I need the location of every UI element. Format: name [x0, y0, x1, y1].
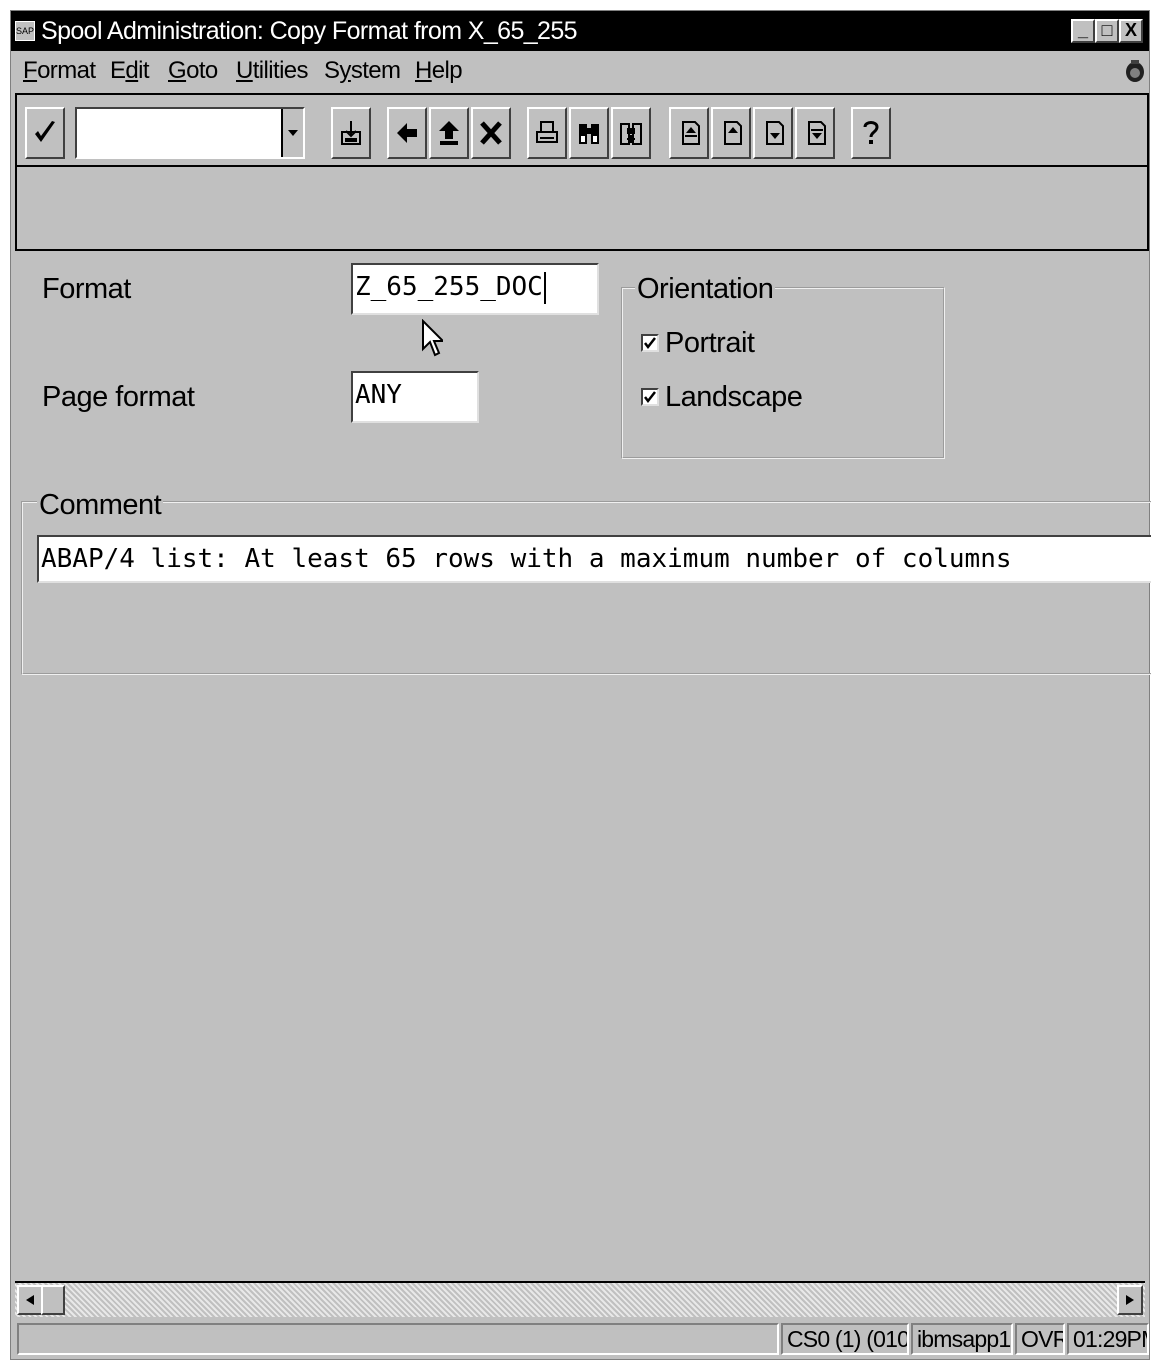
help-icon	[863, 121, 879, 144]
landscape-option: Landscape	[641, 381, 803, 413]
checkmark-icon	[35, 121, 55, 142]
menu-edit[interactable]: Edit	[110, 57, 150, 85]
landscape-checkbox[interactable]	[641, 388, 659, 406]
orientation-group	[621, 287, 945, 459]
title-bar: SAP Spool Administration: Copy Format fr…	[11, 11, 1149, 51]
save-button[interactable]	[331, 107, 371, 159]
horizontal-scrollbar[interactable]	[15, 1281, 1145, 1317]
menu-system[interactable]: System	[324, 57, 401, 85]
orientation-group-title: Orientation	[635, 273, 776, 305]
status-server[interactable]: ibmsapp1	[911, 1323, 1013, 1355]
maximize-button[interactable]: □	[1095, 19, 1119, 43]
exit-button[interactable]	[429, 107, 469, 159]
chevron-down-icon	[288, 130, 298, 136]
printer-icon	[536, 121, 558, 143]
mouse-pointer-icon	[422, 319, 443, 357]
last-page-button[interactable]	[795, 107, 835, 159]
page-format-input-value: ANY	[355, 380, 402, 410]
page-format-label: Page format	[42, 381, 195, 413]
comment-input[interactable]: ABAP/4 list: At least 65 rows with a max…	[37, 535, 1151, 583]
page-format-input[interactable]: ANY	[351, 371, 479, 423]
scroll-left-button[interactable]	[17, 1285, 43, 1315]
text-cursor	[543, 271, 546, 304]
next-page-icon	[766, 121, 784, 145]
arrow-up-icon	[439, 121, 459, 145]
previous-page-button[interactable]	[711, 107, 751, 159]
binoculars-icon	[579, 124, 599, 144]
window-title: Spool Administration: Copy Format from X…	[41, 17, 578, 45]
status-mode[interactable]: OVR	[1015, 1323, 1065, 1355]
print-button[interactable]	[527, 107, 567, 159]
find-next-button[interactable]	[611, 107, 651, 159]
command-dropdown-button[interactable]	[281, 109, 303, 157]
sap-app-icon[interactable]: SAP	[15, 21, 35, 41]
menu-utilities[interactable]: Utilities	[236, 57, 309, 85]
format-input[interactable]: Z_65_255_DOC	[351, 263, 599, 315]
triangle-left-icon	[26, 1295, 34, 1305]
toolbar-area	[15, 93, 1149, 251]
menu-help[interactable]: Help	[415, 57, 463, 85]
scrollbar-thumb[interactable]	[41, 1285, 65, 1315]
command-field[interactable]	[75, 107, 305, 159]
cancel-button[interactable]	[471, 107, 511, 159]
status-bar: CS0 (1) (010) ibmsapp1 OVR 01:29PM	[15, 1319, 1149, 1357]
checkmark-icon	[644, 391, 656, 404]
save-icon	[341, 121, 361, 145]
first-page-icon	[682, 121, 700, 145]
minimize-button[interactable]: _	[1071, 19, 1095, 43]
help-button[interactable]	[851, 107, 891, 159]
portrait-checkbox[interactable]	[641, 334, 659, 352]
first-page-button[interactable]	[669, 107, 709, 159]
status-time: 01:29PM	[1067, 1323, 1149, 1355]
landscape-label: Landscape	[665, 381, 803, 413]
checkmark-icon	[644, 337, 656, 350]
comment-group	[21, 501, 1151, 675]
status-system[interactable]: CS0 (1) (010)	[781, 1323, 909, 1355]
binoculars-plus-icon	[620, 123, 642, 145]
scroll-right-button[interactable]	[1117, 1285, 1143, 1315]
previous-page-icon	[724, 121, 742, 145]
portrait-label: Portrait	[665, 327, 755, 359]
comment-input-value: ABAP/4 list: At least 65 rows with a max…	[41, 544, 1012, 574]
last-page-icon	[808, 121, 826, 145]
close-button[interactable]: X	[1119, 19, 1143, 43]
sap-status-logo-icon	[1126, 60, 1144, 82]
comment-group-title: Comment	[37, 489, 164, 521]
next-page-button[interactable]	[753, 107, 793, 159]
triangle-right-icon	[1126, 1295, 1134, 1305]
close-x-icon	[480, 121, 502, 145]
status-message	[17, 1323, 779, 1355]
portrait-option: Portrait	[641, 327, 755, 359]
menu-bar: Format Edit Goto Utilities System Help	[11, 51, 1149, 91]
menu-format[interactable]: Format	[23, 57, 96, 85]
format-input-value: Z_65_255_DOC	[355, 272, 543, 302]
find-button[interactable]	[569, 107, 609, 159]
sap-window: SAP Spool Administration: Copy Format fr…	[10, 10, 1151, 1360]
back-button[interactable]	[387, 107, 427, 159]
standard-toolbar	[17, 95, 1147, 167]
enter-button[interactable]	[25, 107, 65, 159]
arrow-left-icon	[397, 123, 417, 143]
menu-goto[interactable]: Goto	[168, 57, 218, 85]
format-label: Format	[42, 273, 131, 305]
